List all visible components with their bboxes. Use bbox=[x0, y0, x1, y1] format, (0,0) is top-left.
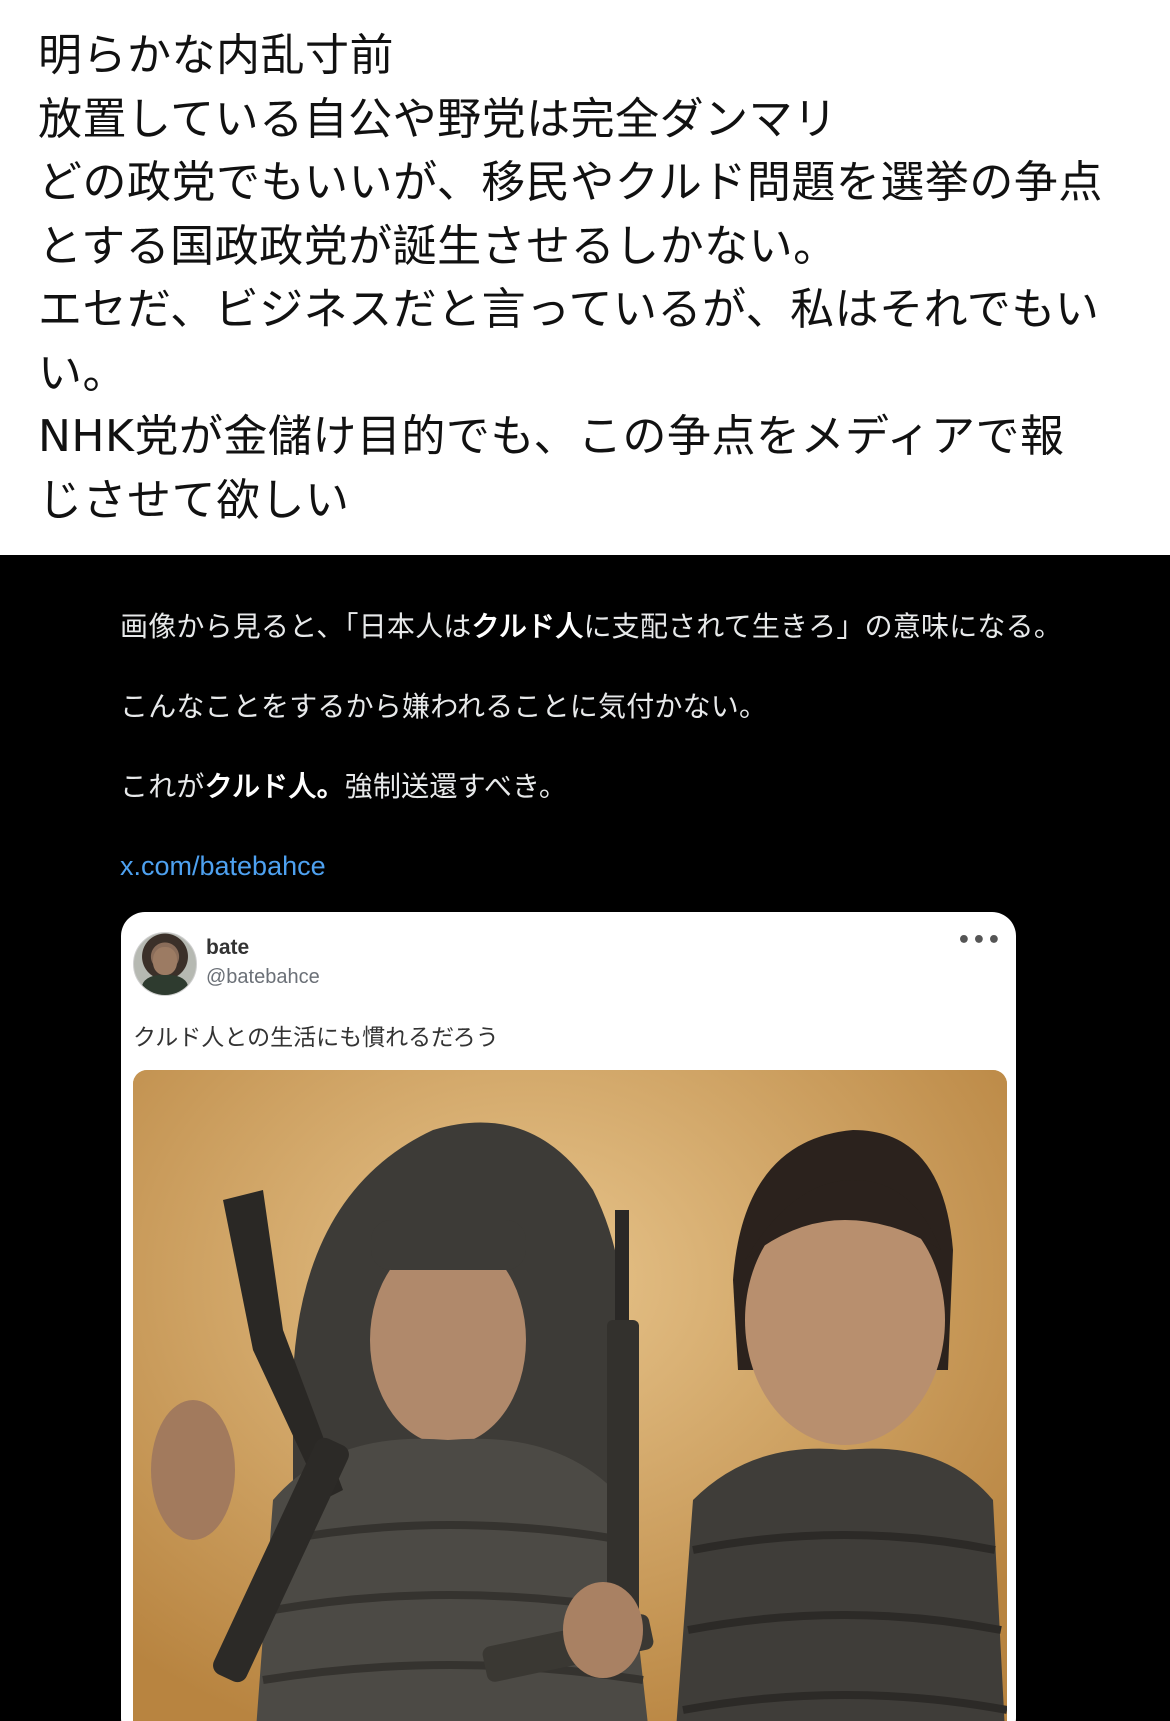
post-line: エセだ、ビジネスだと言っているが、私はそれでもい bbox=[38, 284, 1100, 335]
post-line: どの政党でもいいが、移民やクルド問題を選挙の争点 bbox=[38, 157, 1103, 208]
embedded-screenshot[interactable]: 画像から見ると、「日本人はクルド人に支配されて生きろ」の意味になる。 こんなこと… bbox=[0, 555, 1170, 1721]
avatar[interactable] bbox=[133, 932, 197, 996]
embed-paragraph-1: 画像から見ると、「日本人はクルド人に支配されて生きろ」の意味になる。 bbox=[120, 605, 1062, 645]
post-line: とする国政政党が誕生させるしかない。 bbox=[38, 220, 838, 272]
tweet-photo[interactable] bbox=[133, 1070, 1007, 1721]
post-line: じさせて欲しい bbox=[38, 474, 350, 526]
quoted-tweet-card[interactable]: bate @batebahce ••• クルド人との生活にも慣れるだろう bbox=[121, 912, 1016, 1721]
avatar-body bbox=[142, 975, 188, 995]
embed-text: 画像から見ると、「日本人は bbox=[120, 610, 472, 643]
tweet-text: クルド人との生活にも慣れるだろう bbox=[133, 1025, 499, 1051]
post-text: 明らかな内乱寸前 放置している自公や野党は完全ダンマリ どの政党でもいいが、移民… bbox=[38, 24, 1138, 532]
post-line: 明らかな内乱寸前 bbox=[38, 30, 394, 81]
photo-illustration bbox=[133, 1070, 1007, 1721]
post-line: NHK党が金儲け目的でも、この争点をメディアで報 bbox=[38, 411, 1065, 462]
embed-paragraph-2: こんなことをするから嫌われることに気付かない。 bbox=[120, 690, 768, 723]
user-handle[interactable]: @batebahce bbox=[206, 966, 320, 989]
post-line: い。 bbox=[38, 347, 127, 399]
embed-bold-text: クルド人。 bbox=[204, 770, 345, 803]
more-options-icon[interactable]: ••• bbox=[957, 928, 1002, 953]
embed-text: に支配されて生きろ」の意味になる。 bbox=[583, 610, 1063, 643]
display-name[interactable]: bate bbox=[206, 936, 249, 960]
profile-link[interactable]: x.com/batebahce bbox=[120, 851, 326, 882]
embed-text: これが bbox=[120, 770, 205, 803]
embed-text: 強制送還すべき。 bbox=[344, 770, 568, 803]
embed-paragraph-3: これがクルド人。強制送還すべき。 bbox=[120, 765, 567, 805]
embed-bold-text: クルド人 bbox=[471, 610, 584, 643]
avatar-face bbox=[153, 947, 177, 975]
post-line: 放置している自公や野党は完全ダンマリ bbox=[38, 93, 838, 145]
